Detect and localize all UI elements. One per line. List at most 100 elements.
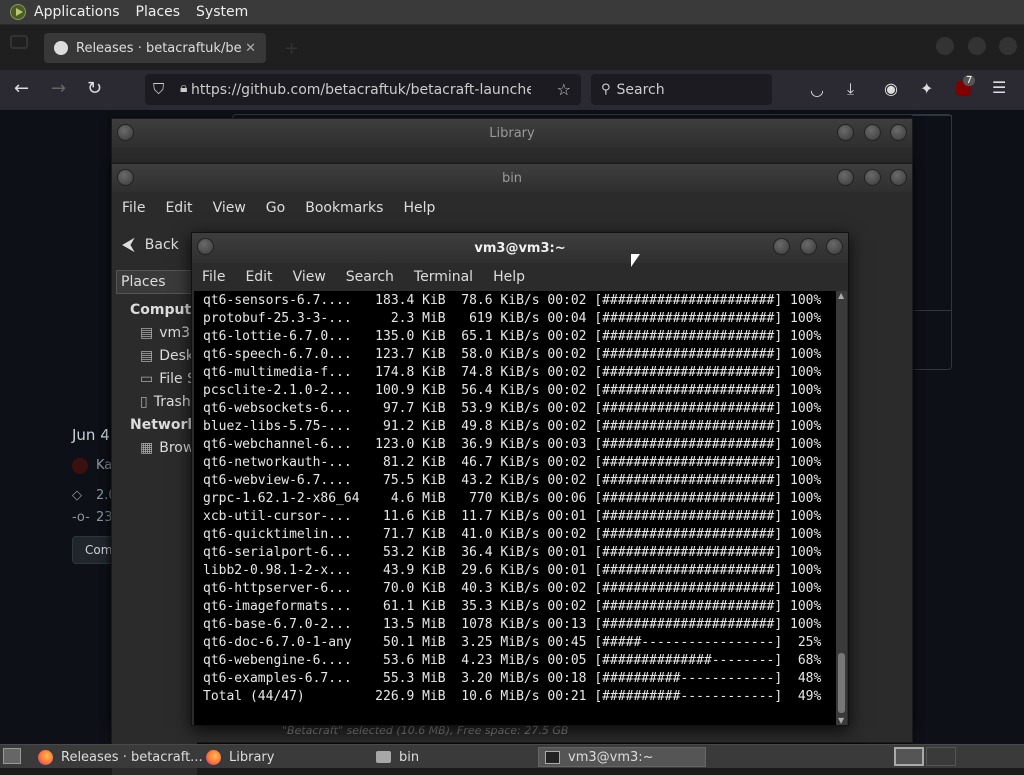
terminal-line: qt6-sensors-6.7.... 183.4 KiB 78.6 KiB/s… bbox=[203, 293, 822, 308]
task-terminal[interactable]: vm3@vm3:~ bbox=[538, 747, 706, 767]
show-desktop-icon[interactable] bbox=[3, 748, 21, 764]
menu-help[interactable]: Help bbox=[393, 200, 445, 216]
terminal-line: Total (44/47) 226.9 MiB 10.6 MiB/s 00:21… bbox=[203, 689, 822, 704]
tracking-shield-icon[interactable]: ⛉ bbox=[153, 80, 164, 98]
terminal-line: qt6-websockets-6... 97.7 KiB 53.9 KiB/s … bbox=[203, 401, 822, 416]
drive-icon: ▭ bbox=[140, 371, 154, 387]
window-menu-button[interactable] bbox=[197, 238, 214, 255]
menu-view[interactable]: View bbox=[203, 200, 256, 216]
scrollbar-thumb[interactable] bbox=[838, 653, 845, 713]
terminal-scrollbar[interactable]: ▲ ▼ bbox=[836, 291, 847, 725]
task-bin[interactable]: bin bbox=[370, 747, 425, 767]
close-button[interactable] bbox=[826, 238, 843, 255]
workspace-2[interactable] bbox=[926, 747, 956, 766]
back-arrow-icon[interactable]: ← bbox=[14, 78, 29, 99]
terminal-line: qt6-multimedia-f... 174.8 KiB 74.8 KiB/s… bbox=[203, 365, 822, 380]
minimize-button[interactable] bbox=[837, 169, 854, 186]
network-icon: ▦ bbox=[140, 440, 154, 456]
pocket-icon[interactable]: ◡ bbox=[810, 80, 824, 99]
tab-close-icon[interactable]: ✕ bbox=[245, 41, 256, 56]
menu-terminal[interactable]: Terminal bbox=[404, 269, 483, 285]
window-menu-button[interactable] bbox=[117, 169, 134, 186]
maximize-button[interactable] bbox=[864, 169, 881, 186]
places-dropdown[interactable]: Places bbox=[116, 270, 194, 294]
terminal-output[interactable]: qt6-sensors-6.7.... 183.4 KiB 78.6 KiB/s… bbox=[194, 291, 836, 725]
scroll-down-arrow-icon[interactable]: ▼ bbox=[838, 716, 844, 725]
place-item-desktop[interactable]: ▤ Desk bbox=[140, 348, 194, 364]
firefox-view-icon[interactable] bbox=[10, 35, 28, 49]
task-firefox[interactable]: Releases · betacraft... bbox=[32, 747, 209, 767]
terminal-line: qt6-webchannel-6... 123.0 KiB 36.9 KiB/s… bbox=[203, 437, 822, 452]
window-close-button[interactable] bbox=[999, 37, 1017, 55]
task-label: Releases · betacraft... bbox=[61, 749, 203, 765]
terminal-window[interactable]: vm3@vm3:~ File Edit View Search Terminal… bbox=[191, 232, 849, 726]
close-button[interactable] bbox=[890, 124, 907, 141]
window-menu-button[interactable] bbox=[117, 124, 134, 141]
scroll-up-arrow-icon[interactable]: ▲ bbox=[838, 291, 844, 300]
menu-search[interactable]: Search bbox=[336, 269, 404, 285]
places-label: Places bbox=[121, 274, 166, 290]
downloads-icon[interactable]: ⤓ bbox=[847, 79, 854, 99]
library-titlebar[interactable]: Library bbox=[112, 119, 912, 147]
close-button[interactable] bbox=[890, 169, 907, 186]
place-item-vm3[interactable]: ▤ vm3 bbox=[140, 325, 190, 341]
new-tab-icon[interactable]: + bbox=[284, 38, 299, 59]
task-library[interactable]: Library bbox=[200, 747, 280, 767]
menu-view[interactable]: View bbox=[283, 269, 336, 285]
extensions-icon[interactable]: ✦ bbox=[920, 79, 933, 98]
menu-file[interactable]: File bbox=[112, 200, 155, 216]
search-input[interactable]: Search bbox=[617, 82, 665, 98]
minimize-button[interactable] bbox=[773, 238, 790, 255]
place-item-trash[interactable]: ▯ Trash bbox=[140, 394, 191, 410]
commit-icon: -o- bbox=[72, 510, 90, 525]
author-avatar[interactable] bbox=[72, 458, 88, 474]
menu-bookmarks[interactable]: Bookmarks bbox=[295, 200, 393, 216]
url-bar[interactable]: ⛉ 🔒︎ https://github.com/betacraftuk/beta… bbox=[145, 74, 581, 105]
tab-releases[interactable]: Releases · betacraftuk/beta ✕ bbox=[44, 33, 266, 63]
firefox-icon bbox=[206, 749, 221, 765]
applications-menu[interactable]: Applications bbox=[26, 4, 128, 20]
author-name[interactable]: Ka bbox=[96, 458, 112, 473]
terminal-line: qt6-networkauth-... 81.2 KiB 46.7 KiB/s … bbox=[203, 455, 822, 470]
terminal-line: qt6-webview-6.7.... 75.5 KiB 43.2 KiB/s … bbox=[203, 473, 822, 488]
menu-help[interactable]: Help bbox=[483, 269, 535, 285]
forward-arrow-icon[interactable]: → bbox=[51, 78, 66, 99]
maximize-button[interactable] bbox=[864, 124, 881, 141]
terminal-line: qt6-quicktimelin... 71.7 KiB 41.0 KiB/s … bbox=[203, 527, 822, 542]
system-menu[interactable]: System bbox=[188, 4, 256, 20]
search-bar[interactable]: ⚲ Search bbox=[591, 74, 772, 105]
menu-edit[interactable]: Edit bbox=[155, 200, 202, 216]
menu-go[interactable]: Go bbox=[256, 200, 295, 216]
window-maximize-button[interactable] bbox=[968, 37, 986, 55]
window-minimize-button[interactable] bbox=[936, 37, 954, 55]
workspace-switcher[interactable] bbox=[894, 747, 924, 766]
account-icon[interactable]: ◉ bbox=[884, 79, 898, 98]
terminal-line: pcsclite-2.1.0-2... 100.9 KiB 56.4 KiB/s… bbox=[203, 383, 822, 398]
place-label: Trash bbox=[153, 394, 191, 410]
places-menu[interactable]: Places bbox=[128, 4, 189, 20]
place-item-filesystem[interactable]: ▭ File S bbox=[140, 371, 196, 387]
terminal-titlebar[interactable]: vm3@vm3:~ bbox=[192, 233, 848, 263]
menu-file[interactable]: File bbox=[192, 269, 235, 285]
place-item-browse-network[interactable]: ▦ Brow bbox=[140, 440, 194, 456]
maximize-button[interactable] bbox=[800, 238, 817, 255]
bin-titlebar[interactable]: bin bbox=[112, 164, 912, 192]
right-edge-list bbox=[912, 115, 952, 311]
minimize-button[interactable] bbox=[837, 124, 854, 141]
back-button[interactable]: ⮜ Back bbox=[122, 234, 179, 255]
terminal-line: qt6-examples-6.7... 55.3 MiB 3.20 MiB/s … bbox=[203, 671, 822, 686]
hamburger-menu-icon[interactable]: ☰ bbox=[992, 78, 1006, 97]
distro-logo-icon[interactable] bbox=[10, 4, 26, 20]
place-label: vm3 bbox=[159, 325, 191, 341]
ublock-badge: 7 bbox=[963, 75, 976, 86]
url-text[interactable]: https://github.com/betacraftuk/betacraft… bbox=[191, 82, 531, 98]
place-label: Desk bbox=[159, 348, 195, 364]
menu-edit[interactable]: Edit bbox=[235, 269, 282, 285]
reload-icon[interactable]: ↻ bbox=[87, 78, 102, 99]
terminal-line: bluez-libs-5.75-... 91.2 KiB 49.8 KiB/s … bbox=[203, 419, 822, 434]
places-sidebar: Computer ▤ vm3 ▤ Desk ▭ File S ▯ Trash Netwo… bbox=[112, 300, 208, 775]
bookmark-star-icon[interactable]: ☆ bbox=[557, 80, 571, 99]
task-label: Library bbox=[229, 749, 275, 765]
terminal-line: qt6-speech-6.7.0... 123.7 KiB 58.0 KiB/s… bbox=[203, 347, 822, 362]
lock-icon[interactable]: 🔒︎ bbox=[180, 80, 187, 96]
